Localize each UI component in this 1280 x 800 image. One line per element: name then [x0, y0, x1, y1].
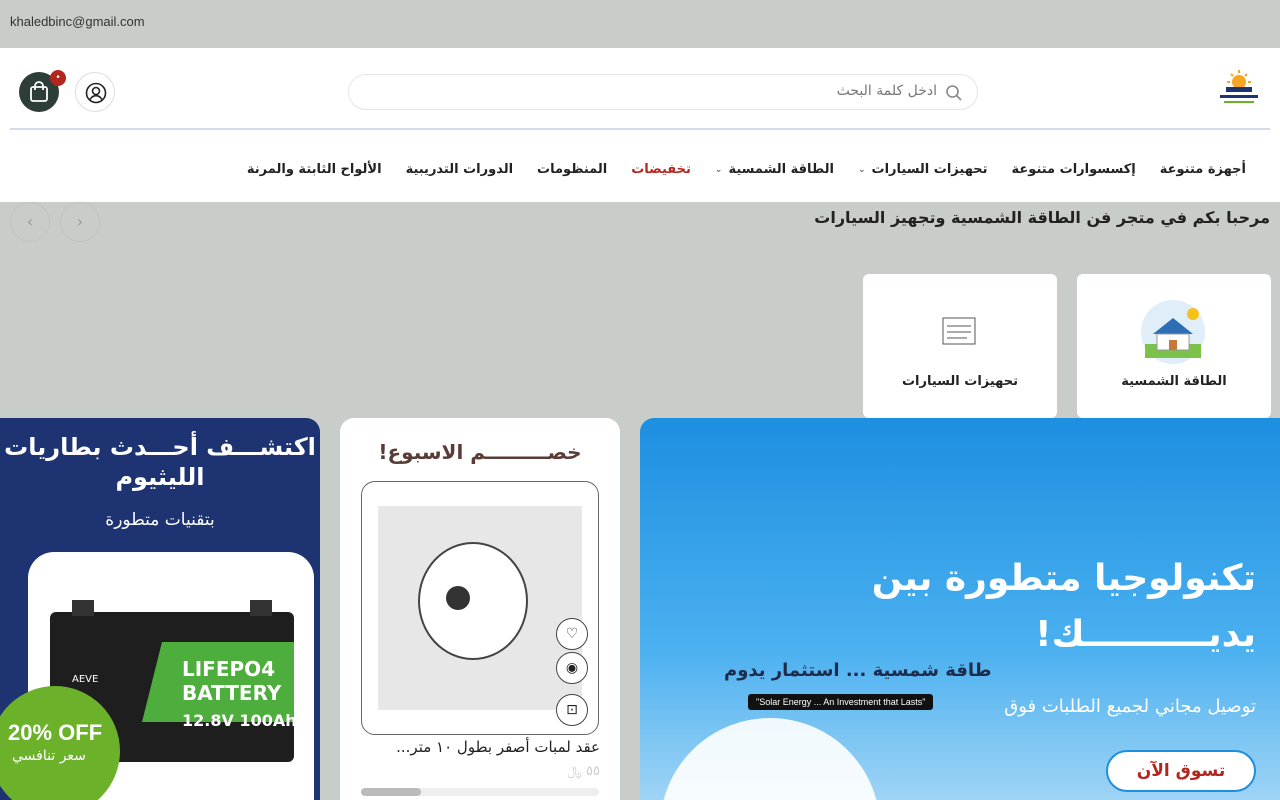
lamp-center — [446, 586, 470, 610]
add-to-cart-button[interactable]: ⊡ — [556, 694, 588, 726]
hero-banner[interactable]: تكنولوجيا متطورة بين يديــــــــــك! طاق… — [640, 418, 1280, 800]
category-label: تحهيزات السيارات — [901, 374, 1019, 389]
search-input[interactable]: ادخل كلمة البحث — [837, 83, 937, 99]
cart-badge: • — [50, 70, 66, 86]
nav-item-4[interactable]: الطاقة الشمسية ⌄ — [703, 162, 846, 177]
welcome-message: مرحبا بكم في متجر فن الطاقة الشمسية وتجه… — [814, 208, 1270, 227]
stock-progress-bar — [361, 788, 599, 796]
discount-label: سعر تنافسي — [12, 748, 86, 764]
shopping-bag-icon: ⊡ — [566, 702, 578, 718]
nav-item-0[interactable]: الألواح الثابتة والمرنة — [235, 162, 394, 177]
search-bar[interactable]: ادخل كلمة البحث — [348, 74, 978, 110]
svg-text:LIFEPO4: LIFEPO4 — [182, 657, 275, 681]
solar-house-image — [1141, 300, 1205, 364]
stock-progress-fill — [361, 788, 421, 796]
product-price: ٥٥ ﷼ — [567, 764, 601, 779]
heart-icon: ♡ — [565, 626, 579, 642]
account-button[interactable] — [75, 72, 115, 112]
hero-tagline-ar: طاقة شمسية ... استثمار يدوم — [724, 660, 992, 681]
product-card[interactable]: ♡ ◉ ⊡ — [361, 481, 599, 735]
product-name[interactable]: عقد لمبات أصفر بطول ١٠ متر... — [396, 738, 600, 756]
store-logo[interactable] — [1214, 70, 1264, 106]
nav-item-label: المنظومات — [537, 162, 608, 177]
slider-prev-button[interactable]: ‹ — [10, 202, 50, 242]
main-nav: الألواح الثابتة والمرنة الدورات التدريبية… — [235, 162, 1258, 177]
hero-headline-line2: يديــــــــــك! — [1035, 614, 1256, 655]
category-card-solar[interactable]: الطاقة الشمسية — [1077, 274, 1271, 418]
cloud-image — [660, 718, 880, 800]
nav-item-label: أجهزة متنوعة — [1159, 162, 1246, 177]
quick-view-button[interactable]: ◉ — [556, 652, 588, 684]
product-image[interactable] — [378, 506, 582, 710]
weekly-deal-title: خصـــــــــم الاسبوع! — [378, 440, 582, 464]
shop-now-button[interactable]: تسوق الآن — [1106, 750, 1256, 792]
top-bar: khaledbinc@gmail.com — [0, 0, 1280, 48]
nav-item-2[interactable]: المنظومات — [525, 162, 619, 177]
nav-item-label: الدورات التدريبية — [405, 162, 514, 177]
svg-text:BATTERY: BATTERY — [182, 681, 282, 705]
lamp-image — [418, 542, 528, 660]
hero-tagline-en: "Solar Energy ... An Investment that Las… — [748, 694, 934, 710]
lithium-promo-banner[interactable]: اكتشـــف أحـــدث بطاريات الليثيوم بتقنيا… — [0, 418, 320, 800]
nav-item-3[interactable]: تخفيضات — [619, 162, 703, 177]
slider-next-button[interactable]: › — [60, 202, 100, 242]
promo-headline: اكتشـــف أحـــدث بطاريات الليثيوم — [4, 433, 316, 491]
promo-subline: بتقنيات متطورة — [105, 510, 215, 530]
header-divider — [10, 128, 1270, 130]
chevron-right-icon: › — [76, 212, 84, 231]
nav-item-label: الطاقة الشمسية — [728, 162, 834, 177]
discount-percent: 20% OFF — [8, 720, 103, 745]
eye-icon: ◉ — [565, 660, 579, 676]
contact-email[interactable]: khaledbinc@gmail.com — [10, 14, 145, 29]
shopping-bag-icon — [30, 81, 48, 102]
nav-item-1[interactable]: الدورات التدريبية — [394, 162, 525, 177]
svg-text:AEVE: AEVE — [72, 674, 98, 685]
nav-item-6[interactable]: إكسسوارات متنوعة — [1000, 162, 1148, 177]
nav-item-label: تحهيزات السيارات — [871, 162, 988, 177]
chevron-down-icon: ⌄ — [714, 164, 723, 175]
nav-item-7[interactable]: أجهزة متنوعة — [1148, 162, 1258, 177]
svg-text:12.8V 100Ah: 12.8V 100Ah — [182, 711, 297, 730]
chevron-left-icon: ‹ — [26, 212, 34, 231]
category-card-cars[interactable]: تحهيزات السيارات — [863, 274, 1057, 418]
wishlist-button[interactable]: ♡ — [556, 618, 588, 650]
nav-item-label: إكسسوارات متنوعة — [1011, 162, 1136, 177]
category-label: الطاقة الشمسية — [1121, 374, 1227, 389]
user-icon — [85, 82, 107, 104]
nav-item-label: تخفيضات — [631, 162, 691, 177]
hero-headline-line1: تكنولوجيا متطورة بين — [871, 558, 1256, 599]
search-icon[interactable] — [945, 84, 963, 102]
nav-item-5[interactable]: تحهيزات السيارات ⌄ — [846, 162, 1000, 177]
nav-item-label: الألواح الثابتة والمرنة — [246, 162, 382, 177]
chevron-down-icon: ⌄ — [857, 164, 866, 175]
hero-subtitle: توصيل مجاني لجميع الطلبات فوق — [1004, 696, 1256, 717]
header: ادخل كلمة البحث • الألواح الثابتة والمرن… — [0, 48, 1280, 202]
weekly-deal-section: خصـــــــــم الاسبوع! ♡ ◉ ⊡ عقد لمبات أص… — [340, 418, 620, 800]
car-equipment-image — [942, 317, 976, 345]
